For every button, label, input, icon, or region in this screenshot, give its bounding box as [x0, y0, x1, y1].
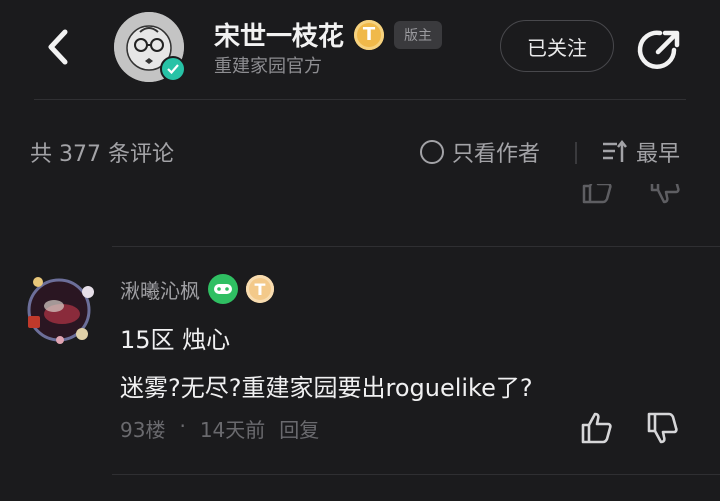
comment-text-line-1: 15区 烛心 [120, 326, 231, 354]
only-author-label: 只看作者 [452, 142, 541, 167]
commenter-name-row: 湫曦沁枫 T [120, 274, 274, 304]
circle-icon [420, 140, 444, 164]
comment-count: 共 377 条评论 [30, 142, 174, 167]
sort-label: 最早 [636, 142, 681, 167]
sort-toggle[interactable]: 最早 [602, 136, 680, 168]
comment-meta: 93楼 · 14天前 回复 [120, 414, 319, 443]
back-button[interactable] [36, 22, 80, 72]
share-button[interactable] [636, 24, 686, 74]
commenter-avatar[interactable] [20, 270, 98, 348]
owner-badge: 版主 [394, 20, 443, 49]
commenter-name[interactable]: 湫曦沁枫 [120, 275, 200, 304]
header-divider [34, 99, 686, 100]
author-subtitle: 重建家园官方 [214, 56, 322, 77]
sort-icon [603, 140, 627, 162]
author-name-row: 宋世一枝花 T 版主 [214, 16, 443, 53]
thumbs-up-icon[interactable] [580, 184, 616, 206]
meta-dot: · [179, 414, 186, 438]
dislike-button[interactable] [646, 410, 682, 446]
verified-badge-icon [160, 56, 186, 82]
comment-text-line-2: 迷雾?无尽?重建家园要出roguelike了? [120, 374, 533, 402]
only-author-toggle[interactable]: 只看作者 [420, 136, 540, 168]
chevron-left-icon [48, 29, 68, 65]
level-badge-icon: T [354, 19, 385, 50]
separator [575, 142, 577, 164]
author-name[interactable]: 宋世一枝花 [214, 16, 344, 53]
comment-time: 14天前 [199, 418, 266, 442]
floor-number: 93楼 [120, 418, 166, 442]
like-button[interactable] [580, 410, 616, 446]
reply-button[interactable]: 回复 [279, 414, 319, 443]
thumbs-down-icon[interactable] [648, 184, 684, 206]
previous-comment-partial [0, 184, 720, 224]
thumbs-up-icon [581, 412, 612, 444]
avatar-frame-illustration [27, 277, 94, 344]
level-badge-icon: T [246, 275, 274, 303]
comment-divider [112, 246, 720, 247]
thumbs-down-icon [647, 412, 678, 444]
comment-divider-bottom [112, 474, 720, 475]
comments-bar: 共 377 条评论 只看作者 最早 [0, 130, 720, 174]
top-bar: 宋世一枝花 T 版主 重建家园官方 已关注 [0, 0, 720, 100]
follow-button[interactable]: 已关注 [500, 20, 614, 72]
gamepad-icon [208, 274, 238, 304]
share-icon [637, 30, 680, 69]
